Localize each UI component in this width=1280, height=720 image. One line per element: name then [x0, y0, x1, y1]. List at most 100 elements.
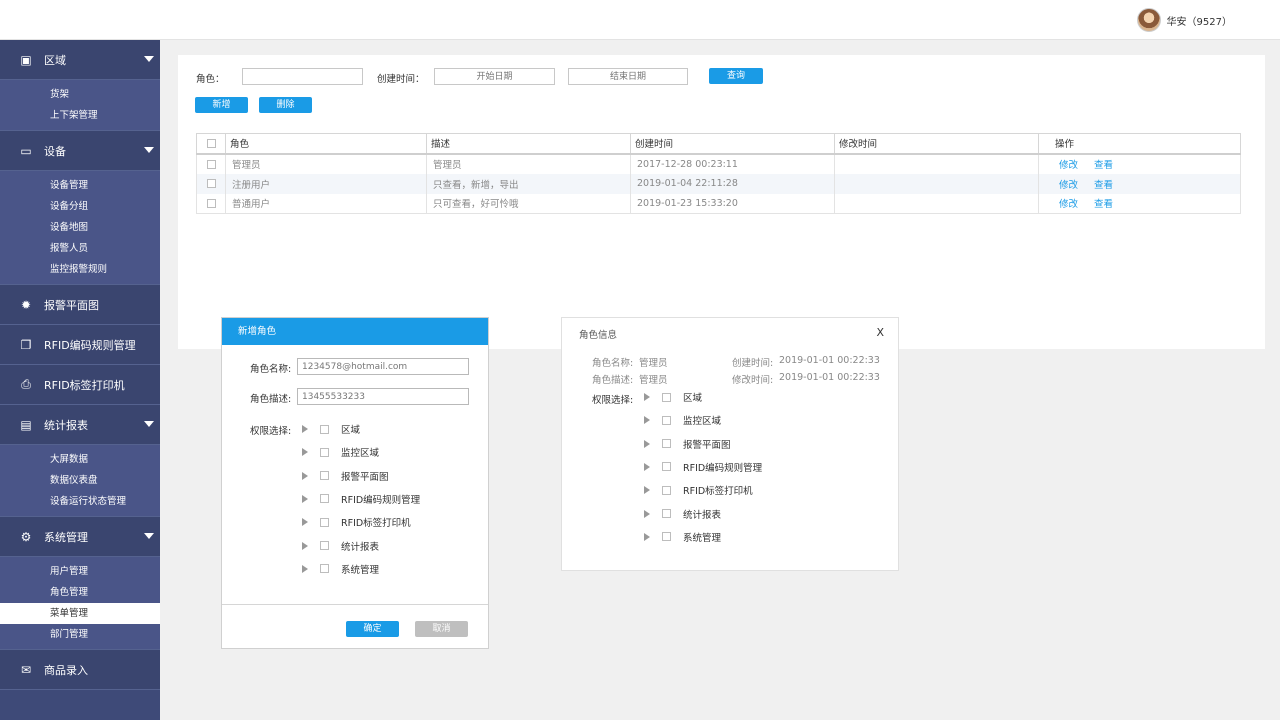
sidebar-group-1[interactable]: ▭ 设备	[0, 131, 160, 171]
cell-role: 普通用户	[225, 193, 427, 214]
monitor-icon: ▭	[20, 143, 32, 158]
perm-item: 监控区域	[302, 445, 379, 459]
sidebar-group-7[interactable]: ✉ 商品录入	[0, 650, 160, 690]
row-checkbox[interactable]	[206, 179, 216, 188]
perm-item: 统计报表	[302, 539, 379, 553]
sidebar-item[interactable]: 部门管理	[0, 624, 160, 645]
perm-checkbox[interactable]	[320, 564, 329, 574]
caret-right-icon[interactable]	[302, 448, 308, 457]
dialog-title: 新增角色	[222, 318, 488, 345]
caret-right-icon[interactable]	[302, 494, 308, 503]
caret-right-icon[interactable]	[644, 416, 650, 425]
created-time-label: 创建时间：	[377, 74, 425, 85]
caret-right-icon[interactable]	[302, 541, 308, 550]
perm-checkbox[interactable]	[662, 532, 671, 542]
select-all-checkbox[interactable]	[206, 138, 216, 148]
view-link[interactable]: 查看	[1094, 199, 1113, 210]
role-name-label: 角色名称:	[250, 364, 292, 375]
confirm-button[interactable]: 确定	[346, 621, 399, 637]
chevron-down-icon[interactable]	[144, 421, 154, 427]
col-actions: 操作	[1038, 133, 1241, 155]
sidebar-group-4[interactable]: ⎙ RFID标签打印机	[0, 365, 160, 405]
perm-checkbox[interactable]	[320, 424, 329, 434]
end-date-input[interactable]	[568, 68, 688, 85]
caret-right-icon[interactable]	[302, 564, 308, 573]
view-link[interactable]: 查看	[1094, 180, 1113, 191]
user-menu[interactable]: 华安（9527）	[1136, 8, 1232, 32]
sidebar-item[interactable]: 角色管理	[0, 582, 160, 603]
table-row[interactable]: 注册用户 只查看，新增，导出 2019-01-04 22:11:28 修改 查看	[196, 173, 1241, 194]
row-checkbox[interactable]	[206, 198, 216, 208]
start-date-input[interactable]	[434, 68, 555, 85]
perm-label: 系统管理	[683, 532, 722, 544]
sidebar-item[interactable]: 报警人员	[0, 238, 160, 259]
perm-checkbox[interactable]	[320, 541, 329, 550]
table-row[interactable]: 管理员 管理员 2017-12-28 00:23:11 修改 查看	[196, 153, 1241, 174]
chevron-down-icon[interactable]	[144, 533, 154, 539]
caret-right-icon[interactable]	[644, 486, 650, 495]
sidebar-item[interactable]: 设备运行状态管理	[0, 491, 160, 512]
delete-button[interactable]: 删除	[259, 97, 312, 113]
sidebar-group-2[interactable]: ✹ 报警平面图	[0, 285, 160, 325]
query-button[interactable]: 查询	[709, 68, 763, 84]
sidebar-item[interactable]: 货架	[0, 84, 160, 105]
table-row[interactable]: 普通用户 只可查看，好可怜哦 2019-01-23 15:33:20 修改 查看	[196, 193, 1241, 214]
caret-right-icon[interactable]	[644, 532, 650, 541]
sidebar-item[interactable]: 上下架管理	[0, 105, 160, 126]
gear-icon: ⚙	[20, 529, 32, 544]
perm-checkbox[interactable]	[662, 462, 671, 472]
role-name-input[interactable]	[297, 358, 469, 375]
add-button[interactable]: 新增	[195, 97, 248, 113]
chevron-down-icon[interactable]	[144, 147, 154, 153]
caret-right-icon[interactable]	[302, 425, 308, 433]
row-checkbox[interactable]	[206, 159, 216, 169]
caret-right-icon[interactable]	[644, 439, 650, 448]
select-all-cell	[196, 133, 226, 155]
add-role-dialog: 新增角色 角色名称: 角色描述: 权限选择: 区域监控区域报警平面图 RFID编码…	[221, 317, 489, 649]
sidebar-item[interactable]: 菜单管理	[0, 603, 160, 624]
edit-link[interactable]: 修改	[1059, 160, 1078, 171]
perm-checkbox[interactable]	[662, 415, 671, 425]
sidebar-item[interactable]: 设备分组	[0, 196, 160, 217]
perm-checkbox[interactable]	[320, 471, 329, 481]
sidebar-item[interactable]: 数据仪表盘	[0, 470, 160, 491]
role-filter-input[interactable]	[242, 68, 363, 85]
sidebar-item[interactable]: 用户管理	[0, 561, 160, 582]
perm-item: RFID标签打印机	[644, 483, 753, 497]
perm-checkbox[interactable]	[320, 517, 329, 527]
perm-checkbox[interactable]	[662, 392, 671, 402]
edit-link[interactable]: 修改	[1059, 180, 1078, 191]
caret-right-icon[interactable]	[644, 509, 650, 518]
sidebar-item[interactable]: 大屏数据	[0, 449, 160, 470]
perm-checkbox[interactable]	[320, 447, 329, 457]
caret-right-icon[interactable]	[644, 462, 650, 471]
sidebar-group-3[interactable]: ❐ RFID编码规则管理	[0, 325, 160, 365]
role-desc-input[interactable]	[297, 388, 469, 405]
perm-checkbox[interactable]	[320, 494, 329, 504]
chevron-down-icon[interactable]	[144, 56, 154, 62]
view-link[interactable]: 查看	[1094, 160, 1113, 171]
edit-link[interactable]: 修改	[1059, 199, 1078, 210]
perm-checkbox[interactable]	[662, 485, 671, 495]
sidebar-group-5[interactable]: ▤ 统计报表	[0, 405, 160, 445]
info-modified-value: 2019-01-01 00:22:33	[779, 372, 880, 383]
avatar[interactable]	[1136, 8, 1161, 32]
sidebar-item[interactable]: 设备管理	[0, 175, 160, 196]
col-role: 角色	[225, 133, 427, 155]
sidebar-group-6[interactable]: ⚙ 系统管理	[0, 517, 160, 557]
perm-label: RFID编码规则管理	[341, 494, 421, 506]
close-icon[interactable]: X	[876, 326, 884, 339]
sidebar-item[interactable]: 设备地图	[0, 217, 160, 238]
sidebar-item[interactable]: 监控报警规则	[0, 259, 160, 280]
cancel-button[interactable]: 取消	[415, 621, 468, 637]
perm-checkbox[interactable]	[662, 509, 671, 518]
perm-item: 系统管理	[644, 530, 721, 544]
caret-right-icon[interactable]	[302, 471, 308, 480]
caret-right-icon[interactable]	[302, 518, 308, 527]
sidebar-group-label: RFID编码规则管理	[44, 338, 136, 352]
perm-checkbox[interactable]	[662, 439, 671, 449]
caret-right-icon[interactable]	[644, 393, 650, 401]
cell-created: 2019-01-23 15:33:20	[630, 193, 835, 214]
perm-item: 系统管理	[302, 562, 379, 576]
sidebar-group-0[interactable]: ▣ 区域	[0, 40, 160, 80]
